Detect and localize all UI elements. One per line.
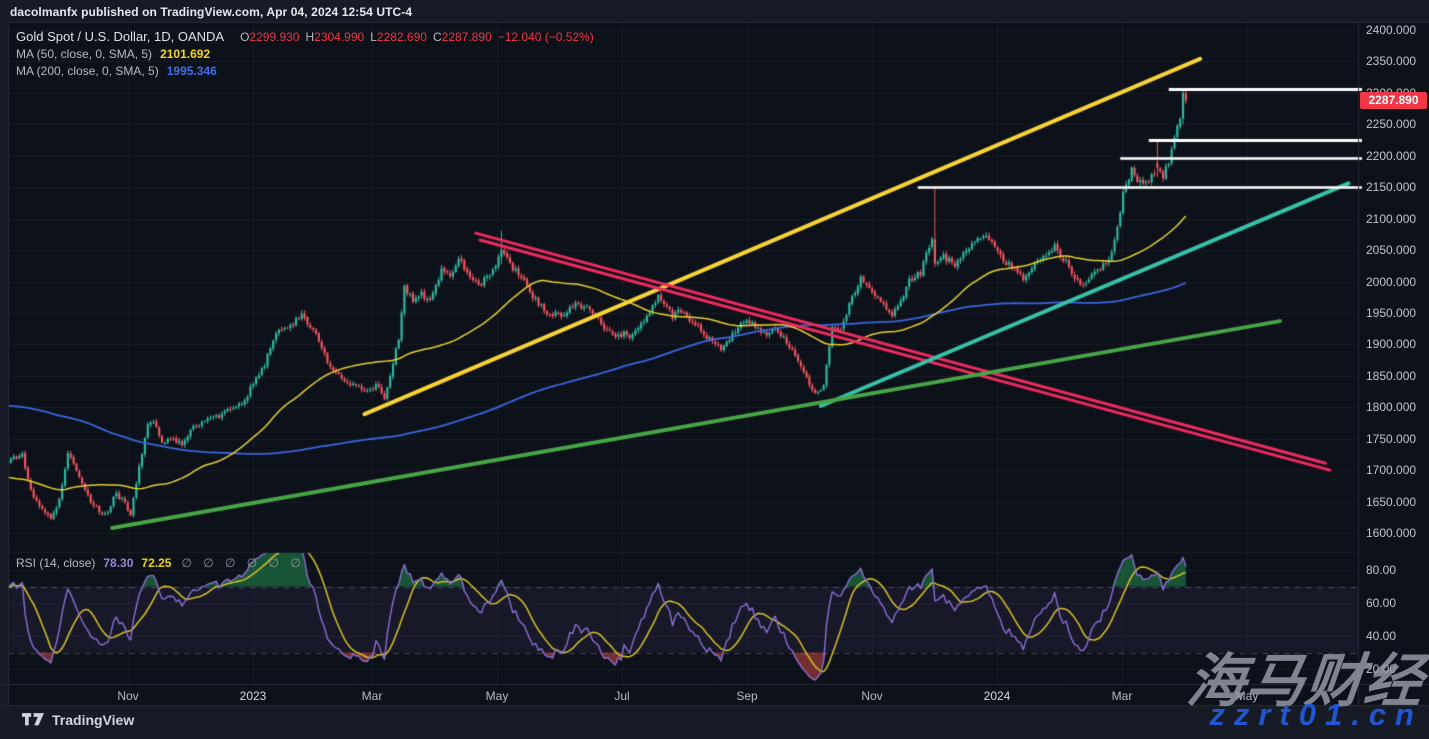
time-axis-label: May — [486, 689, 509, 703]
publish-bar: dacolmanfx published on TradingView.com,… — [10, 3, 412, 21]
footer: TradingView — [22, 712, 134, 728]
tradingview-logo-icon[interactable] — [22, 713, 44, 728]
high-value: 2304.990 — [314, 30, 364, 44]
price-axis-label: 2400.000 — [1366, 23, 1416, 37]
ma50-value: 2101.692 — [160, 47, 210, 61]
time-axis-label: Nov — [117, 689, 138, 703]
time-axis-label: Nov — [861, 689, 882, 703]
time-axis-label: Sep — [736, 689, 757, 703]
publish-text: dacolmanfx published on TradingView.com,… — [10, 5, 412, 19]
rsi-label[interactable]: RSI (14, close) — [16, 556, 95, 570]
price-axis-label: 2200.000 — [1366, 149, 1416, 163]
price-axis-label: 2050.000 — [1366, 243, 1416, 257]
price-axis-label: 1750.000 — [1366, 432, 1416, 446]
ma200-label[interactable]: MA (200, close, 0, SMA, 5) — [16, 64, 159, 78]
price-axis-label: 2350.000 — [1366, 54, 1416, 68]
low-label: L — [370, 30, 377, 44]
price-axis-label: 2250.000 — [1366, 117, 1416, 131]
chart-canvas[interactable] — [0, 0, 1429, 739]
price-axis-label: 1800.000 — [1366, 400, 1416, 414]
ma200-value: 1995.346 — [167, 64, 217, 78]
rsi-ma-value: 72.25 — [141, 556, 171, 570]
price-axis-label: 2000.000 — [1366, 275, 1416, 289]
rsi-legend: RSI (14, close) 78.30 72.25 ∅ ∅ ∅ ∅ ∅ ∅ — [16, 555, 305, 571]
high-label: H — [305, 30, 314, 44]
price-axis-label: 1950.000 — [1366, 306, 1416, 320]
rsi-value: 78.30 — [103, 556, 133, 570]
symbol-legend: Gold Spot / U.S. Dollar, 1D, OANDAO2299.… — [16, 29, 594, 80]
ma50-label[interactable]: MA (50, close, 0, SMA, 5) — [16, 47, 152, 61]
ma200-row: MA (200, close, 0, SMA, 5) 1995.346 — [16, 63, 594, 80]
time-axis-label: Mar — [1112, 689, 1133, 703]
close-value: 2287.890 — [442, 30, 492, 44]
price-axis-label: 2100.000 — [1366, 212, 1416, 226]
symbol-row: Gold Spot / U.S. Dollar, 1D, OANDAO2299.… — [16, 29, 594, 46]
watermark-url: zzrt01.cn — [1209, 697, 1423, 733]
rsi-hidden-values: ∅ ∅ ∅ ∅ ∅ ∅ — [181, 556, 304, 570]
ma50-row: MA (50, close, 0, SMA, 5) 2101.692 — [16, 46, 594, 63]
price-axis-label: 1850.000 — [1366, 369, 1416, 383]
change-value: −12.040 (−0.52%) — [498, 30, 594, 44]
price-axis-label: 2150.000 — [1366, 180, 1416, 194]
close-label: C — [433, 30, 442, 44]
symbol-title[interactable]: Gold Spot / U.S. Dollar, 1D, OANDA — [16, 29, 224, 44]
open-value: 2299.930 — [249, 30, 299, 44]
time-axis-label: 2023 — [240, 689, 267, 703]
tradingview-brand[interactable]: TradingView — [52, 712, 134, 728]
rsi-axis-label: 80.00 — [1366, 563, 1396, 577]
time-axis-label: Jul — [614, 689, 629, 703]
rsi-axis-label: 60.00 — [1366, 596, 1396, 610]
price-axis-label: 1600.000 — [1366, 526, 1416, 540]
last-price-label: 2287.890 — [1360, 92, 1427, 109]
price-axis-label: 1900.000 — [1366, 337, 1416, 351]
tradingview-published-chart: dacolmanfx published on TradingView.com,… — [0, 0, 1429, 739]
time-axis-label: Mar — [362, 689, 383, 703]
price-axis-label: 1650.000 — [1366, 495, 1416, 509]
low-value: 2282.690 — [377, 30, 427, 44]
time-axis-label: 2024 — [984, 689, 1011, 703]
price-axis-label: 1700.000 — [1366, 463, 1416, 477]
